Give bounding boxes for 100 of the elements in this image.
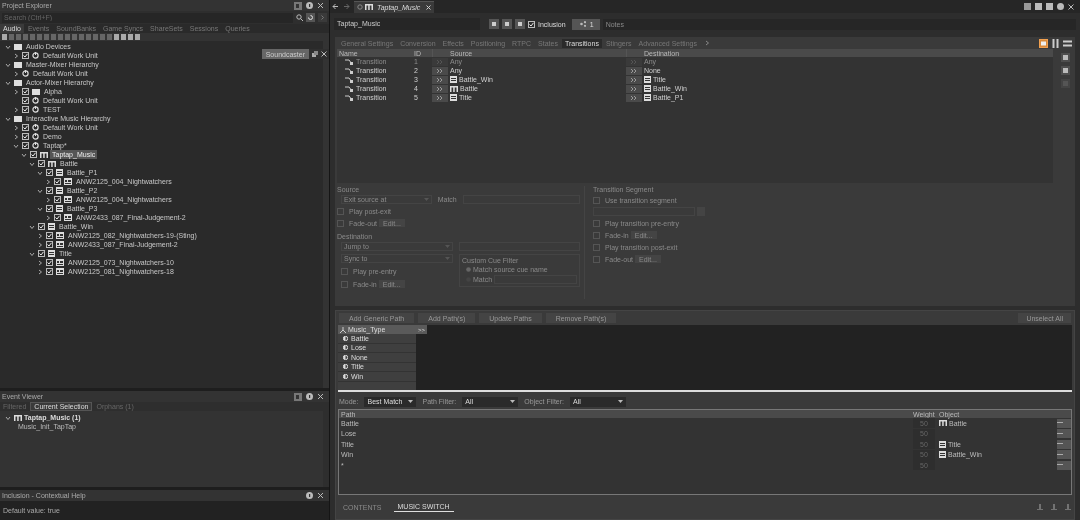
help-icon[interactable] — [306, 492, 313, 499]
checkbox[interactable] — [54, 196, 61, 203]
checkbox[interactable] — [341, 280, 348, 288]
help-icon[interactable] — [306, 393, 313, 400]
back-icon[interactable] — [332, 3, 339, 10]
checkbox[interactable] — [22, 133, 29, 140]
browse-button[interactable] — [1057, 450, 1071, 460]
checkbox[interactable] — [30, 151, 37, 158]
arrow-button[interactable] — [432, 75, 448, 84]
checkbox[interactable] — [593, 231, 600, 239]
columns-icon[interactable] — [1051, 38, 1060, 48]
close-icon[interactable] — [321, 51, 327, 57]
browse-button[interactable] — [1057, 418, 1071, 428]
help-icon[interactable] — [1057, 3, 1064, 10]
layout-icon[interactable] — [1039, 38, 1048, 48]
checkbox[interactable] — [22, 52, 29, 59]
pin-icon[interactable] — [294, 1, 302, 10]
chevron-icon[interactable] — [13, 106, 19, 113]
close-icon[interactable] — [317, 492, 324, 499]
arrow-button[interactable] — [626, 66, 642, 75]
chevron-icon[interactable] — [703, 40, 710, 46]
forward-icon[interactable] — [343, 3, 350, 10]
chevron-icon[interactable] — [37, 241, 43, 248]
toolbar-icons[interactable] — [2, 34, 142, 40]
checkbox[interactable] — [22, 97, 29, 104]
arrow-button[interactable] — [626, 84, 642, 93]
checkbox[interactable] — [593, 196, 600, 204]
browse-button[interactable] — [1057, 460, 1071, 470]
chevron-icon[interactable] — [29, 223, 35, 230]
checkbox[interactable] — [46, 241, 53, 248]
fork-icon — [40, 151, 48, 158]
chevron-icon[interactable] — [5, 61, 11, 68]
chevron-icon[interactable] — [13, 70, 19, 77]
power-icon — [32, 142, 39, 149]
checkbox[interactable] — [337, 219, 344, 227]
chevron-icon[interactable] — [5, 414, 11, 421]
chevron-icon[interactable] — [13, 88, 19, 95]
chevron-icon[interactable] — [5, 115, 11, 122]
double-chevron-icon — [631, 59, 637, 64]
fork-icon — [450, 85, 458, 92]
checkbox[interactable] — [46, 169, 53, 176]
close-icon[interactable] — [317, 393, 324, 400]
browse-button[interactable] — [1057, 429, 1071, 439]
chevron-icon[interactable] — [45, 178, 51, 185]
chevron-icon[interactable] — [21, 151, 27, 158]
arrow-button[interactable] — [626, 93, 642, 102]
chevron-icon[interactable] — [37, 232, 43, 239]
close-icon[interactable] — [1068, 3, 1074, 10]
checkbox[interactable] — [38, 160, 45, 167]
chevron-icon[interactable] — [13, 133, 19, 140]
chevron-icon[interactable] — [37, 187, 43, 194]
checkbox[interactable] — [46, 205, 53, 212]
checkbox[interactable] — [54, 214, 61, 221]
checkbox[interactable] — [593, 255, 600, 263]
browse-button[interactable] — [1057, 439, 1071, 449]
chevron-icon[interactable] — [37, 259, 43, 266]
checkbox[interactable] — [528, 20, 535, 28]
checkbox[interactable] — [337, 207, 344, 215]
chevron-icon[interactable] — [5, 79, 11, 86]
undock-icon[interactable] — [312, 51, 318, 57]
checkbox[interactable] — [38, 250, 45, 257]
checkbox[interactable] — [22, 124, 29, 131]
checkbox[interactable] — [593, 243, 600, 251]
checkbox[interactable] — [54, 178, 61, 185]
checkbox[interactable] — [46, 232, 53, 239]
chevron-icon[interactable] — [29, 250, 35, 257]
chevron-icon[interactable] — [29, 160, 35, 167]
pin-icon[interactable] — [294, 392, 302, 401]
checkbox[interactable] — [46, 259, 53, 266]
grid-icon — [64, 178, 72, 185]
rows-icon[interactable] — [1063, 38, 1072, 48]
grid-icon — [56, 268, 64, 275]
checkbox[interactable] — [341, 267, 348, 275]
chevron-icon[interactable] — [45, 196, 51, 203]
close-icon[interactable] — [317, 2, 324, 9]
checkbox[interactable] — [22, 106, 29, 113]
checkbox[interactable] — [22, 142, 29, 149]
checkbox[interactable] — [46, 268, 53, 275]
search-icon[interactable] — [296, 14, 303, 21]
chevron-icon[interactable] — [13, 124, 19, 131]
arrow-button[interactable] — [432, 93, 448, 102]
chevron-icon[interactable] — [37, 205, 43, 212]
caret-icon — [510, 400, 516, 403]
chevron-icon[interactable] — [5, 43, 11, 50]
chevron-icon[interactable] — [13, 142, 19, 149]
arrow-button[interactable] — [626, 75, 642, 84]
chevron-icon[interactable] — [37, 169, 43, 176]
checkbox[interactable] — [593, 219, 600, 227]
chevron-icon[interactable] — [13, 52, 19, 59]
chevron-icon[interactable] — [45, 214, 51, 221]
checkbox[interactable] — [46, 187, 53, 194]
help-icon[interactable] — [306, 2, 313, 9]
checkbox[interactable] — [38, 223, 45, 230]
chevron-icon[interactable] — [37, 268, 43, 275]
list-icon — [450, 76, 457, 83]
arrow-button[interactable] — [432, 66, 448, 75]
sync-icon[interactable] — [306, 13, 315, 22]
checkbox[interactable] — [22, 88, 29, 95]
arrow-button[interactable] — [432, 84, 448, 93]
close-icon[interactable] — [426, 4, 432, 10]
